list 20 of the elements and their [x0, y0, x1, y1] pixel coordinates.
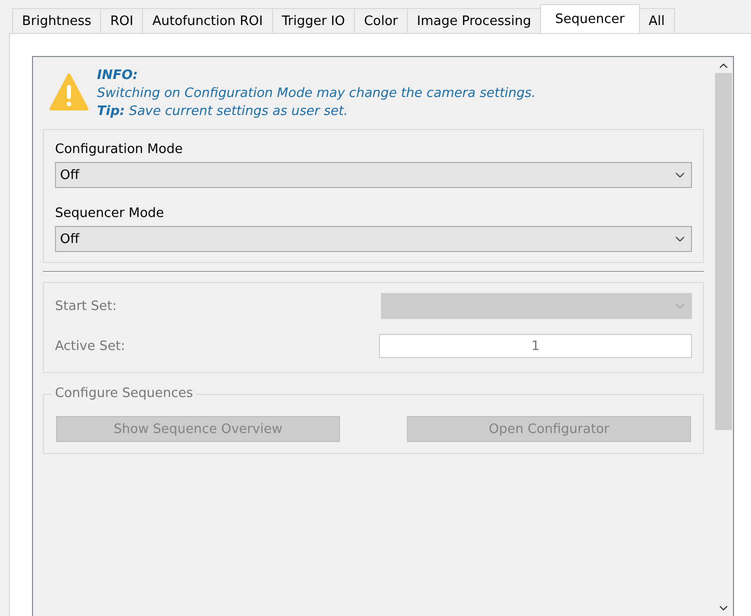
field-label: Sequencer Mode — [55, 206, 164, 221]
mode-dropdown[interactable]: Off — [55, 162, 692, 188]
info-message: Switching on Configuration Mode may change the camera settings. — [97, 85, 536, 103]
mode-dropdown[interactable]: Off — [55, 226, 692, 252]
info-tip: Tip: Save current settings as user set. — [97, 103, 348, 121]
chevron-down-icon — [675, 172, 685, 178]
field-label: Start Set: — [55, 298, 117, 314]
chevron-down-icon — [675, 236, 685, 242]
scroll-thumb[interactable] — [715, 73, 732, 430]
tab[interactable]: All — [638, 8, 675, 33]
warning-icon — [49, 72, 89, 112]
chevron-down-icon — [675, 303, 685, 309]
tab[interactable]: Brightness — [12, 8, 102, 33]
field-label: Active Set: — [55, 338, 126, 354]
group-title: Configure Sequences — [52, 386, 196, 401]
tab[interactable]: Sequencer — [540, 4, 640, 33]
field-label: Configuration Mode — [55, 142, 183, 157]
scroll-up-icon[interactable] — [719, 63, 728, 69]
info-title: INFO: — [97, 67, 138, 85]
scroll-down-icon[interactable] — [719, 605, 728, 611]
